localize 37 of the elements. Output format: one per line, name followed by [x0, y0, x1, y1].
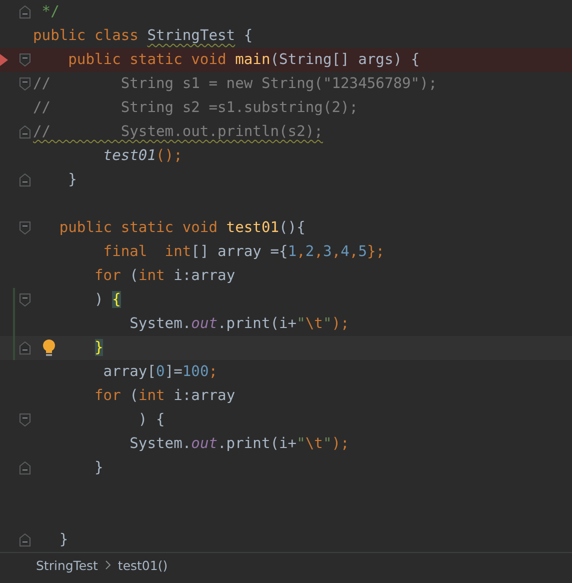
code-line: }	[58, 530, 68, 550]
code-line: for (int i:array	[94, 266, 236, 286]
breadcrumb[interactable]: StringTest	[36, 558, 98, 572]
fold-icon[interactable]	[19, 173, 31, 187]
fold-icon[interactable]	[19, 221, 31, 235]
fold-icon[interactable]	[19, 461, 31, 475]
code-line: array[0]=100;	[102, 362, 218, 382]
code-line: test01();	[102, 146, 182, 166]
fold-icon[interactable]	[19, 533, 31, 547]
fold-icon[interactable]	[19, 5, 31, 19]
code-line: // String s2 =s1.substring(2);	[33, 98, 358, 118]
change-marker[interactable]	[13, 312, 15, 336]
code-line: for (int i:array	[94, 386, 236, 406]
code-line: public class StringTest {	[33, 26, 253, 46]
code-line: // System.out.println(s2);	[33, 122, 323, 142]
change-marker[interactable]	[13, 288, 15, 312]
breakpoint-icon[interactable]	[0, 54, 8, 66]
fold-icon[interactable]	[19, 341, 31, 355]
code-line: System.out.print(i+"\t");	[128, 314, 350, 334]
code-line: System.out.print(i+"\t");	[128, 434, 350, 454]
code-line: }	[94, 458, 104, 478]
code-line: final int[] array ={1,2,3,4,5};	[102, 242, 385, 262]
breadcrumb[interactable]: test01()	[118, 558, 168, 572]
fold-icon[interactable]	[19, 77, 31, 91]
fold-icon[interactable]	[19, 293, 31, 307]
fold-icon[interactable]	[19, 53, 31, 67]
code-line: */	[40, 2, 60, 22]
chevron-icon	[104, 560, 112, 570]
fold-icon[interactable]	[19, 125, 31, 139]
fold-icon[interactable]	[19, 413, 31, 427]
code-line: // String s1 = new String("123456789");	[33, 74, 438, 94]
lightbulb-icon[interactable]	[42, 339, 56, 357]
code-line: public static void test01(){	[58, 218, 306, 238]
code-line: public static void main(String[] args) {	[67, 50, 420, 70]
code-line: }	[67, 170, 77, 190]
code-line: ) {	[94, 290, 121, 310]
code-line: ) {	[137, 410, 165, 430]
